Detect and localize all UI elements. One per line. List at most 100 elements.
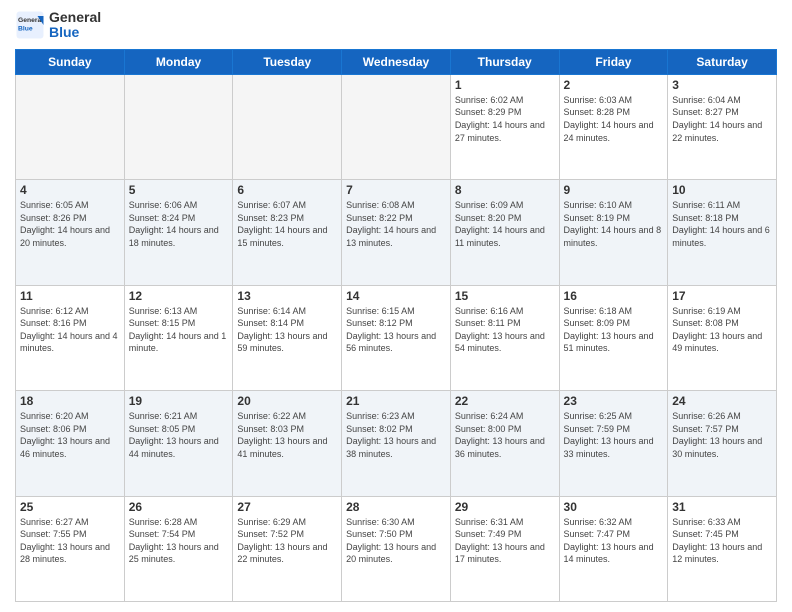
day-info: Sunrise: 6:24 AMSunset: 8:00 PMDaylight:… — [455, 410, 555, 460]
day-number: 9 — [564, 183, 664, 197]
day-info: Sunrise: 6:14 AMSunset: 8:14 PMDaylight:… — [237, 305, 337, 355]
day-info: Sunrise: 6:28 AMSunset: 7:54 PMDaylight:… — [129, 516, 229, 566]
day-info: Sunrise: 6:10 AMSunset: 8:19 PMDaylight:… — [564, 199, 664, 249]
calendar-week-row: 11 Sunrise: 6:12 AMSunset: 8:16 PMDayligh… — [16, 285, 777, 390]
day-info: Sunrise: 6:09 AMSunset: 8:20 PMDaylight:… — [455, 199, 555, 249]
table-row: 29 Sunrise: 6:31 AMSunset: 7:49 PMDayligh… — [450, 496, 559, 601]
calendar-table: Sunday Monday Tuesday Wednesday Thursday… — [15, 49, 777, 602]
day-number: 28 — [346, 500, 446, 514]
day-number: 23 — [564, 394, 664, 408]
day-info: Sunrise: 6:12 AMSunset: 8:16 PMDaylight:… — [20, 305, 120, 355]
table-row: 7Sunrise: 6:08 AMSunset: 8:22 PMDaylight… — [342, 180, 451, 285]
day-info: Sunrise: 6:22 AMSunset: 8:03 PMDaylight:… — [237, 410, 337, 460]
day-number: 21 — [346, 394, 446, 408]
day-number: 27 — [237, 500, 337, 514]
day-number: 19 — [129, 394, 229, 408]
day-number: 24 — [672, 394, 772, 408]
table-row: 28Sunrise: 6:30 AMSunset: 7:50 PMDayligh… — [342, 496, 451, 601]
day-info: Sunrise: 6:33 AMSunset: 7:45 PMDaylight:… — [672, 516, 772, 566]
table-row: 10 Sunrise: 6:11 AMSunset: 8:18 PMDayligh… — [668, 180, 777, 285]
day-info: Sunrise: 6:07 AMSunset: 8:23 PMDaylight:… — [237, 199, 337, 249]
calendar-week-row: 1Sunrise: 6:02 AMSunset: 8:29 PMDaylight… — [16, 74, 777, 179]
day-number: 20 — [237, 394, 337, 408]
day-info: Sunrise: 6:26 AMSunset: 7:57 PMDaylight:… — [672, 410, 772, 460]
day-info: Sunrise: 6:27 AMSunset: 7:55 PMDaylight:… — [20, 516, 120, 566]
calendar-week-row: 18 Sunrise: 6:20 AMSunset: 8:06 PMDayligh… — [16, 391, 777, 496]
day-info: Sunrise: 6:04 AMSunset: 8:27 PMDaylight:… — [672, 94, 772, 144]
day-number: 3 — [672, 78, 772, 92]
logo-icon: General Blue — [15, 10, 45, 40]
table-row — [342, 74, 451, 179]
table-row — [233, 74, 342, 179]
day-info: Sunrise: 6:15 AMSunset: 8:12 PMDaylight:… — [346, 305, 446, 355]
table-row: 3 Sunrise: 6:04 AMSunset: 8:27 PMDaylight… — [668, 74, 777, 179]
day-number: 14 — [346, 289, 446, 303]
day-number: 5 — [129, 183, 229, 197]
day-number: 10 — [672, 183, 772, 197]
table-row: 12Sunrise: 6:13 AMSunset: 8:15 PMDayligh… — [124, 285, 233, 390]
day-info: Sunrise: 6:20 AMSunset: 8:06 PMDaylight:… — [20, 410, 120, 460]
table-row: 26 Sunrise: 6:28 AMSunset: 7:54 PMDayligh… — [124, 496, 233, 601]
day-info: Sunrise: 6:11 AMSunset: 8:18 PMDaylight:… — [672, 199, 772, 249]
logo-general: General — [49, 9, 101, 25]
table-row: 6 Sunrise: 6:07 AMSunset: 8:23 PMDaylight… — [233, 180, 342, 285]
day-number: 12 — [129, 289, 229, 303]
day-info: Sunrise: 6:31 AMSunset: 7:49 PMDaylight:… — [455, 516, 555, 566]
day-info: Sunrise: 6:32 AMSunset: 7:47 PMDaylight:… — [564, 516, 664, 566]
day-number: 2 — [564, 78, 664, 92]
calendar-week-row: 4 Sunrise: 6:05 AMSunset: 8:26 PMDaylight… — [16, 180, 777, 285]
table-row: 31 Sunrise: 6:33 AMSunset: 7:45 PMDayligh… — [668, 496, 777, 601]
day-info: Sunrise: 6:08 AMSunset: 8:22 PMDaylight:… — [346, 199, 446, 249]
table-row: 18 Sunrise: 6:20 AMSunset: 8:06 PMDayligh… — [16, 391, 125, 496]
day-info: Sunrise: 6:29 AMSunset: 7:52 PMDaylight:… — [237, 516, 337, 566]
day-info: Sunrise: 6:16 AMSunset: 8:11 PMDaylight:… — [455, 305, 555, 355]
table-row: 5 Sunrise: 6:06 AMSunset: 8:24 PMDaylight… — [124, 180, 233, 285]
table-row: 8 Sunrise: 6:09 AMSunset: 8:20 PMDaylight… — [450, 180, 559, 285]
col-sunday: Sunday — [16, 49, 125, 74]
table-row: 21 Sunrise: 6:23 AMSunset: 8:02 PMDayligh… — [342, 391, 451, 496]
day-number: 15 — [455, 289, 555, 303]
day-number: 6 — [237, 183, 337, 197]
table-row: 1Sunrise: 6:02 AMSunset: 8:29 PMDaylight… — [450, 74, 559, 179]
day-info: Sunrise: 6:21 AMSunset: 8:05 PMDaylight:… — [129, 410, 229, 460]
day-number: 17 — [672, 289, 772, 303]
table-row — [16, 74, 125, 179]
day-info: Sunrise: 6:25 AMSunset: 7:59 PMDaylight:… — [564, 410, 664, 460]
table-row — [124, 74, 233, 179]
day-number: 30 — [564, 500, 664, 514]
day-number: 18 — [20, 394, 120, 408]
logo-blue: Blue — [49, 24, 79, 40]
header: General Blue General Blue — [15, 10, 777, 41]
calendar-week-row: 25 Sunrise: 6:27 AMSunset: 7:55 PMDayligh… — [16, 496, 777, 601]
day-number: 31 — [672, 500, 772, 514]
logo-text: General Blue — [49, 10, 101, 41]
day-info: Sunrise: 6:18 AMSunset: 8:09 PMDaylight:… — [564, 305, 664, 355]
logo: General Blue General Blue — [15, 10, 101, 41]
day-info: Sunrise: 6:06 AMSunset: 8:24 PMDaylight:… — [129, 199, 229, 249]
day-info: Sunrise: 6:05 AMSunset: 8:26 PMDaylight:… — [20, 199, 120, 249]
col-thursday: Thursday — [450, 49, 559, 74]
table-row: 15 Sunrise: 6:16 AMSunset: 8:11 PMDayligh… — [450, 285, 559, 390]
table-row: 27 Sunrise: 6:29 AMSunset: 7:52 PMDayligh… — [233, 496, 342, 601]
col-saturday: Saturday — [668, 49, 777, 74]
day-number: 8 — [455, 183, 555, 197]
day-number: 13 — [237, 289, 337, 303]
col-friday: Friday — [559, 49, 668, 74]
table-row: 17Sunrise: 6:19 AMSunset: 8:08 PMDayligh… — [668, 285, 777, 390]
day-number: 4 — [20, 183, 120, 197]
calendar-header-row: Sunday Monday Tuesday Wednesday Thursday… — [16, 49, 777, 74]
table-row: 24 Sunrise: 6:26 AMSunset: 7:57 PMDayligh… — [668, 391, 777, 496]
day-info: Sunrise: 6:23 AMSunset: 8:02 PMDaylight:… — [346, 410, 446, 460]
col-tuesday: Tuesday — [233, 49, 342, 74]
day-info: Sunrise: 6:02 AMSunset: 8:29 PMDaylight:… — [455, 94, 555, 144]
day-number: 29 — [455, 500, 555, 514]
day-number: 11 — [20, 289, 120, 303]
table-row: 4 Sunrise: 6:05 AMSunset: 8:26 PMDaylight… — [16, 180, 125, 285]
day-number: 26 — [129, 500, 229, 514]
table-row: 16Sunrise: 6:18 AMSunset: 8:09 PMDayligh… — [559, 285, 668, 390]
table-row: 22Sunrise: 6:24 AMSunset: 8:00 PMDayligh… — [450, 391, 559, 496]
table-row: 25 Sunrise: 6:27 AMSunset: 7:55 PMDayligh… — [16, 496, 125, 601]
day-number: 25 — [20, 500, 120, 514]
svg-text:Blue: Blue — [18, 26, 33, 33]
table-row: 14 Sunrise: 6:15 AMSunset: 8:12 PMDayligh… — [342, 285, 451, 390]
